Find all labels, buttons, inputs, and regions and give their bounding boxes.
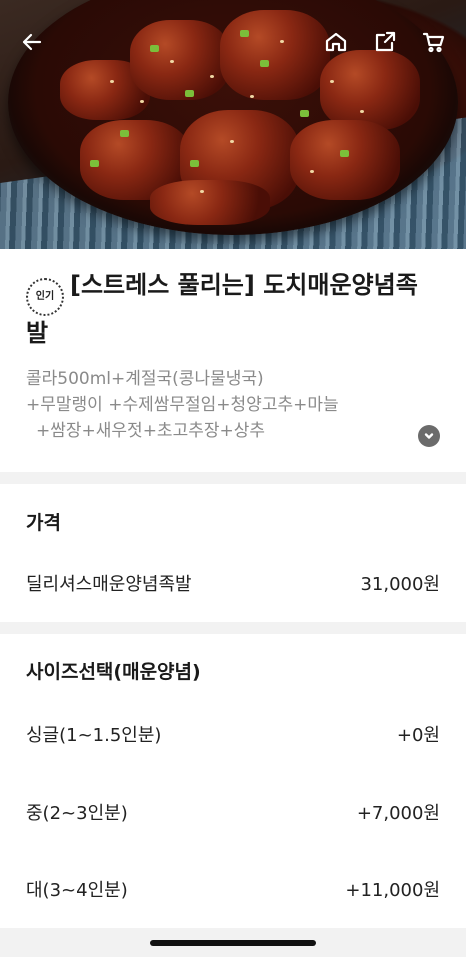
home-indicator bbox=[150, 940, 316, 946]
divider bbox=[0, 472, 466, 484]
top-bar bbox=[0, 0, 466, 80]
size-section-title: 사이즈선택(매운양념) bbox=[26, 661, 201, 683]
size-option-row[interactable]: 싱글(1~1.5인분) +0원 bbox=[26, 721, 440, 747]
price-item-value: 31,000원 bbox=[360, 574, 440, 595]
product-title-line2: 발 bbox=[26, 318, 49, 347]
price-item-name: 딜리셔스매운양념족발 bbox=[26, 574, 192, 595]
price-row: 딜리셔스매운양념족발 31,000원 bbox=[26, 570, 440, 596]
divider bbox=[0, 622, 466, 634]
popular-badge: 인기 bbox=[26, 277, 64, 316]
cart-icon[interactable] bbox=[420, 28, 448, 56]
home-icon[interactable] bbox=[322, 28, 350, 56]
size-option-label: 대(3~4인분) bbox=[26, 880, 128, 901]
product-title: 인기 [스트레스 풀리는] 도치매운양념족 bbox=[26, 268, 440, 316]
size-option-price: +7,000원 bbox=[356, 803, 440, 824]
product-title-line1: [스트레스 풀리는] 도치매운양념족 bbox=[70, 271, 418, 299]
size-option-row[interactable]: 대(3~4인분) +11,000원 bbox=[26, 876, 440, 902]
size-option-price: +11,000원 bbox=[345, 880, 440, 901]
size-option-label: 싱글(1~1.5인분) bbox=[26, 725, 162, 746]
description-line: 콜라500ml+계절국(콩나물냉국) bbox=[26, 369, 264, 389]
product-title-block: 인기 [스트레스 풀리는] 도치매운양념족 발 bbox=[0, 268, 466, 351]
chevron-down-icon[interactable] bbox=[418, 425, 440, 447]
size-option-price: +0원 bbox=[396, 725, 440, 746]
description-line: +무말랭이 +수제쌈무절임+청양고추+마늘 bbox=[26, 395, 339, 415]
price-section-title: 가격 bbox=[26, 512, 61, 534]
product-description: 콜라500ml+계절국(콩나물냉국) +무말랭이 +수제쌈무절임+청양고추+마늘… bbox=[26, 366, 426, 444]
description-line: +쌈장+새우젓+초고추장+상추 bbox=[36, 421, 266, 441]
size-option-row[interactable]: 중(2~3인분) +7,000원 bbox=[26, 799, 440, 825]
size-option-label: 중(2~3인분) bbox=[26, 803, 128, 824]
back-arrow-icon[interactable] bbox=[18, 28, 46, 56]
share-icon[interactable] bbox=[371, 28, 399, 56]
